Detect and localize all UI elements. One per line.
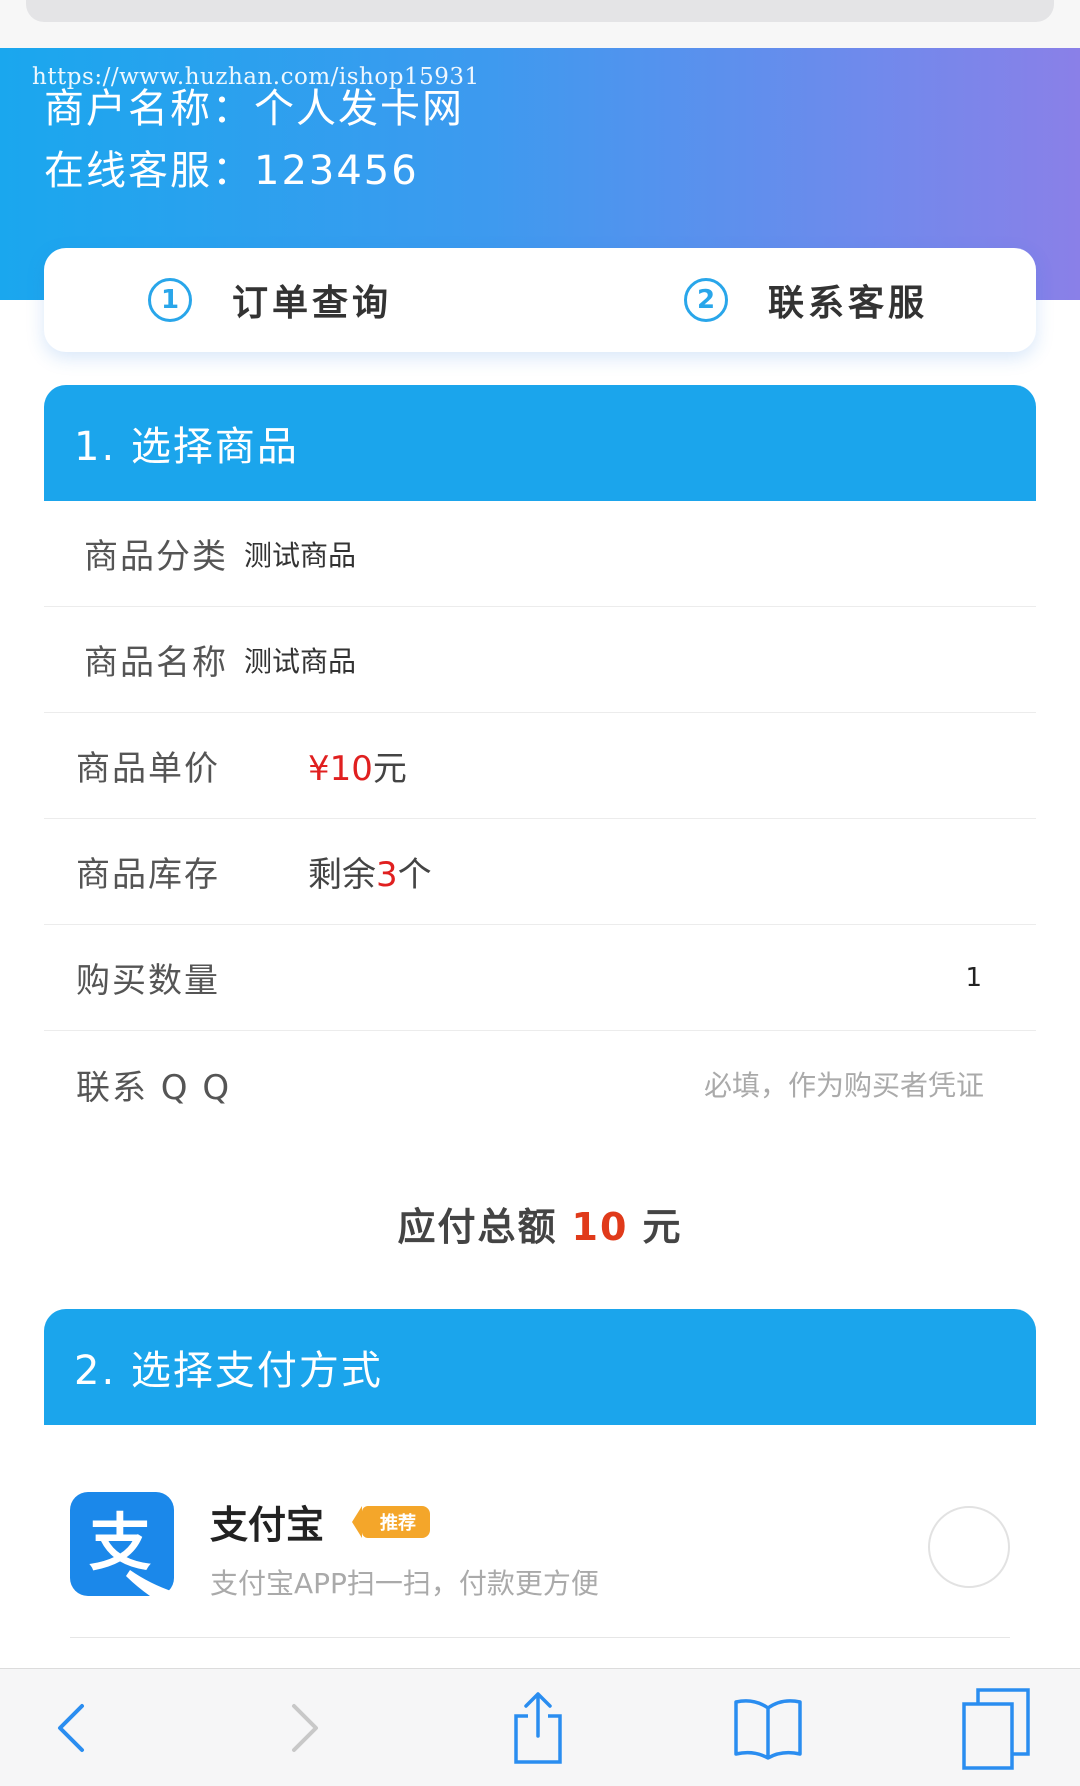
product-name-value[interactable]: 测试商品 [244,640,356,680]
step-number: 1 [148,278,192,322]
address-bar[interactable] [26,0,1054,22]
payment-radio[interactable] [928,1506,1010,1588]
category-row[interactable]: 商品分类 测试商品 [44,501,1036,607]
tabs-button[interactable] [956,1669,1036,1786]
payment-description: 支付宝APP扫一扫，付款更方便 [210,1567,599,1600]
alipay-icon: 支 [70,1492,174,1596]
category-value[interactable]: 测试商品 [244,534,356,574]
section-select-product: 1. 选择商品 [44,385,1036,501]
contact-service-label: 联系客服 [768,283,929,324]
share-icon [514,1692,562,1764]
stock-prefix: 剩余 [308,855,376,895]
back-button[interactable] [40,1669,100,1786]
tabs-icon [962,1688,1030,1770]
browser-toolbar [0,1668,1080,1786]
svg-text:支: 支 [89,1506,151,1579]
order-query-button[interactable]: 1 订单查询 [148,248,392,352]
category-label: 商品分类 [84,537,228,577]
price-currency: ¥ [308,749,330,789]
qq-row: 联系 Q Q 必填，作为购买者凭证 [44,1031,1036,1137]
total-unit: 元 [642,1205,683,1249]
watermark-url: https://www.huzhan.com/ishop15931 [32,64,480,90]
quantity-input[interactable]: 1 [965,963,982,993]
contact-service-button[interactable]: 2 联系客服 [684,248,928,352]
qq-label: 联系 Q Q [76,1067,232,1108]
price-label: 商品单价 [76,749,220,789]
share-button[interactable] [500,1669,576,1786]
price-unit: 元 [372,749,407,789]
stock-label: 商品库存 [76,855,220,895]
action-card: 1 订单查询 2 联系客服 [44,248,1036,352]
stock-unit: 个 [397,855,432,895]
bookmarks-button[interactable] [726,1669,810,1786]
order-query-label: 订单查询 [232,283,393,324]
total-value: 10 [571,1205,629,1249]
step-number: 2 [684,278,728,322]
payment-name: 支付宝 [210,1503,325,1547]
stock-row: 商品库存 剩余3个 [44,819,1036,925]
forward-icon [292,1704,318,1752]
section-select-payment: 2. 选择支付方式 [44,1309,1036,1425]
back-icon [58,1704,84,1752]
total-label: 应付总额 [397,1205,558,1249]
quantity-row: 购买数量 1 [44,925,1036,1031]
price-row: 商品单价 ¥10元 [44,713,1036,819]
browser-top-strip [0,0,1080,48]
stock-value: 剩余3个 [308,847,432,896]
online-service: 在线客服：123456 [44,148,419,194]
total-amount: 应付总额 10 元 [0,1196,1080,1251]
stock-count: 3 [376,855,398,895]
quantity-label: 购买数量 [76,961,220,1001]
qq-input[interactable]: 必填，作为购买者凭证 [704,1064,984,1104]
price-value: ¥10元 [308,741,407,790]
price-amount: 10 [329,749,373,789]
bookmarks-icon [734,1699,802,1760]
payment-option-alipay[interactable]: 支 支付宝 推荐 支付宝APP扫一扫，付款更方便 [70,1470,1010,1638]
product-name-label: 商品名称 [84,643,228,683]
product-name-row[interactable]: 商品名称 测试商品 [44,607,1036,713]
forward-button[interactable] [276,1669,336,1786]
recommended-badge: 推荐 [352,1506,430,1538]
